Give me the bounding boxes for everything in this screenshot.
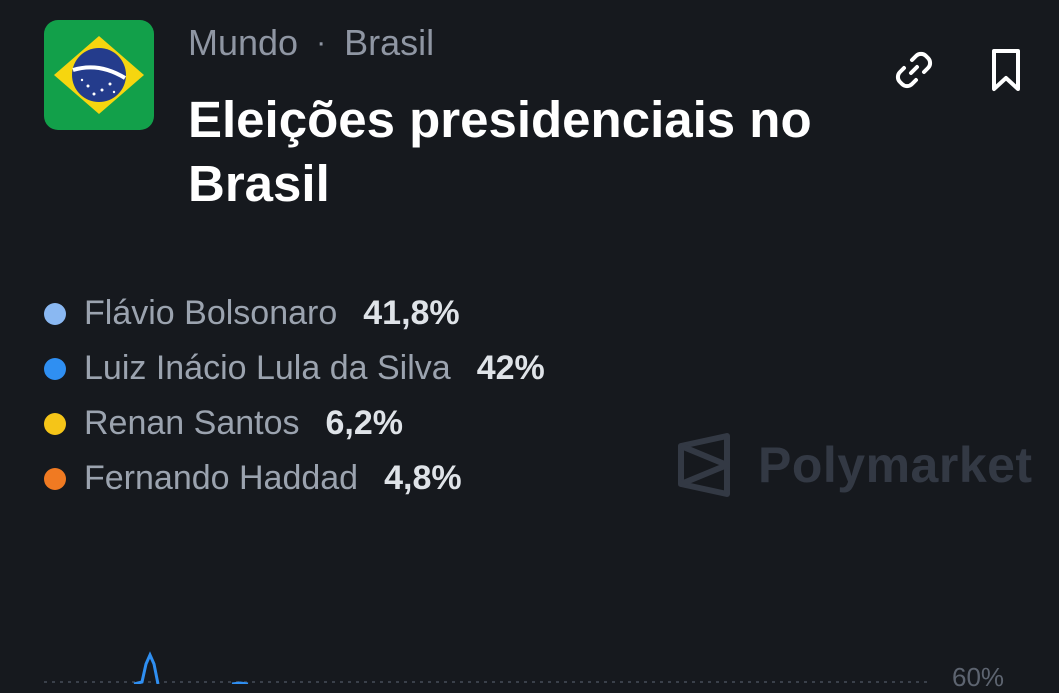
candidate-percent: 42% <box>476 349 545 387</box>
legend-item[interactable]: Flávio Bolsonaro 41,8% <box>44 286 545 341</box>
candidate-name: Renan Santos <box>84 404 300 442</box>
copy-link-button[interactable] <box>888 44 940 96</box>
candidate-percent: 41,8% <box>363 294 460 332</box>
candidate-name: Luiz Inácio Lula da Silva <box>84 349 451 387</box>
candidate-name: Fernando Haddad <box>84 459 359 497</box>
polymarket-watermark: Polymarket <box>676 432 1033 498</box>
series-color-dot <box>44 302 66 325</box>
legend-item[interactable]: Luiz Inácio Lula da Silva 42% <box>44 341 545 396</box>
series-color-dot <box>44 467 66 490</box>
link-icon <box>895 51 933 89</box>
legend-item[interactable]: Fernando Haddad 4,8% <box>44 451 545 506</box>
bookmark-icon <box>992 49 1020 91</box>
brazil-flag-icon <box>44 20 154 130</box>
breadcrumb-mundo[interactable]: Mundo <box>188 22 298 64</box>
series-line <box>133 651 249 684</box>
legend-item[interactable]: Renan Santos 6,2% <box>44 396 545 451</box>
breadcrumb-brasil[interactable]: Brasil <box>344 22 434 64</box>
bookmark-button[interactable] <box>980 44 1032 96</box>
candidate-legend: Flávio Bolsonaro 41,8% Luiz Inácio Lula … <box>44 286 545 506</box>
series-color-dot <box>44 412 66 435</box>
candidate-name: Flávio Bolsonaro <box>84 294 338 332</box>
y-tick-label: 60% <box>952 662 1005 692</box>
series-color-dot <box>44 357 66 380</box>
breadcrumb: Mundo · Brasil <box>188 20 434 66</box>
watermark-text: Polymarket <box>758 437 1033 493</box>
candidate-percent: 4,8% <box>384 459 462 497</box>
price-chart[interactable] <box>0 640 1059 684</box>
breadcrumb-separator: · <box>316 26 327 59</box>
candidate-percent: 6,2% <box>325 404 404 442</box>
page-title: Eleições presidenciais no Brasil <box>188 91 812 212</box>
polymarket-logo-icon <box>678 433 730 497</box>
